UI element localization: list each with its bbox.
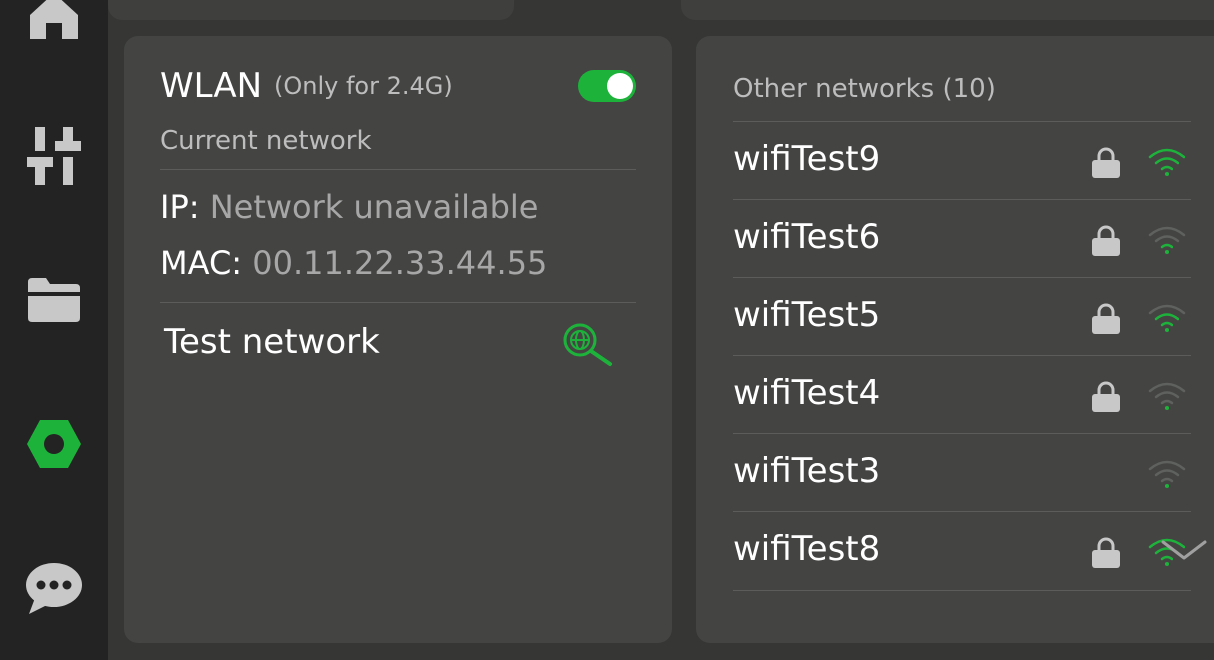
ip-row: IP: Network unavailable	[160, 188, 538, 226]
globe-search-icon[interactable]	[560, 318, 620, 368]
network-item[interactable]: wifiTest9	[733, 121, 1191, 200]
network-name: wifiTest3	[733, 451, 881, 491]
lock-icon	[1092, 147, 1120, 178]
top-card-right	[681, 0, 1214, 20]
chat-icon	[26, 563, 82, 614]
folder-icon	[28, 278, 80, 322]
lock-icon	[1092, 381, 1120, 412]
nav-settings[interactable]	[0, 416, 108, 472]
lock-icon	[1092, 303, 1120, 334]
test-network-label: Test network	[164, 322, 380, 362]
current-network-label: Current network	[160, 126, 372, 156]
mac-label: MAC:	[160, 244, 243, 282]
wifi-signal-icon	[1148, 148, 1186, 176]
wlan-note: (Only for 2.4G)	[274, 72, 453, 100]
network-item[interactable]: wifiTest6	[733, 199, 1191, 278]
network-name: wifiTest6	[733, 217, 881, 257]
network-name: wifiTest9	[733, 139, 881, 179]
network-item[interactable]: wifiTest4	[733, 355, 1191, 434]
network-item[interactable]: wifiTest5	[733, 277, 1191, 356]
nav-controls[interactable]	[0, 126, 108, 186]
lock-icon	[1092, 225, 1120, 256]
nav-messages[interactable]	[0, 562, 108, 614]
other-networks-label: Other networks (10)	[733, 74, 996, 104]
mac-row: MAC: 00.11.22.33.44.55	[160, 244, 547, 282]
nav-files[interactable]	[0, 276, 108, 324]
ip-label: IP:	[160, 188, 200, 226]
home-icon	[30, 0, 78, 39]
sliders-icon	[27, 127, 81, 185]
wlan-panel: WLAN (Only for 2.4G) Current network IP:…	[124, 36, 672, 643]
network-item[interactable]: wifiTest3	[733, 433, 1191, 512]
ip-value: Network unavailable	[209, 188, 539, 226]
lock-icon	[1092, 537, 1120, 568]
networks-panel: Other networks (10) wifiTest9 wifiTest6 …	[696, 36, 1214, 643]
wlan-title: WLAN	[160, 66, 263, 106]
mac-value: 00.11.22.33.44.55	[252, 244, 548, 282]
divider	[160, 302, 636, 303]
wifi-signal-icon	[1148, 304, 1186, 332]
network-name: wifiTest5	[733, 295, 881, 335]
wifi-signal-icon	[1148, 382, 1186, 410]
divider	[160, 169, 636, 170]
top-card-left	[108, 0, 514, 20]
settings-hex-icon	[27, 420, 81, 468]
sidebar	[0, 0, 108, 660]
toggle-knob	[607, 73, 633, 99]
network-name: wifiTest8	[733, 529, 881, 569]
network-item[interactable]: wifiTest8	[733, 511, 1191, 591]
chevron-down-icon[interactable]	[1159, 536, 1209, 566]
wifi-signal-icon	[1148, 226, 1186, 254]
network-name: wifiTest4	[733, 373, 881, 413]
wlan-toggle[interactable]	[578, 70, 636, 102]
wifi-signal-icon	[1148, 460, 1186, 488]
nav-home[interactable]	[0, 0, 108, 46]
